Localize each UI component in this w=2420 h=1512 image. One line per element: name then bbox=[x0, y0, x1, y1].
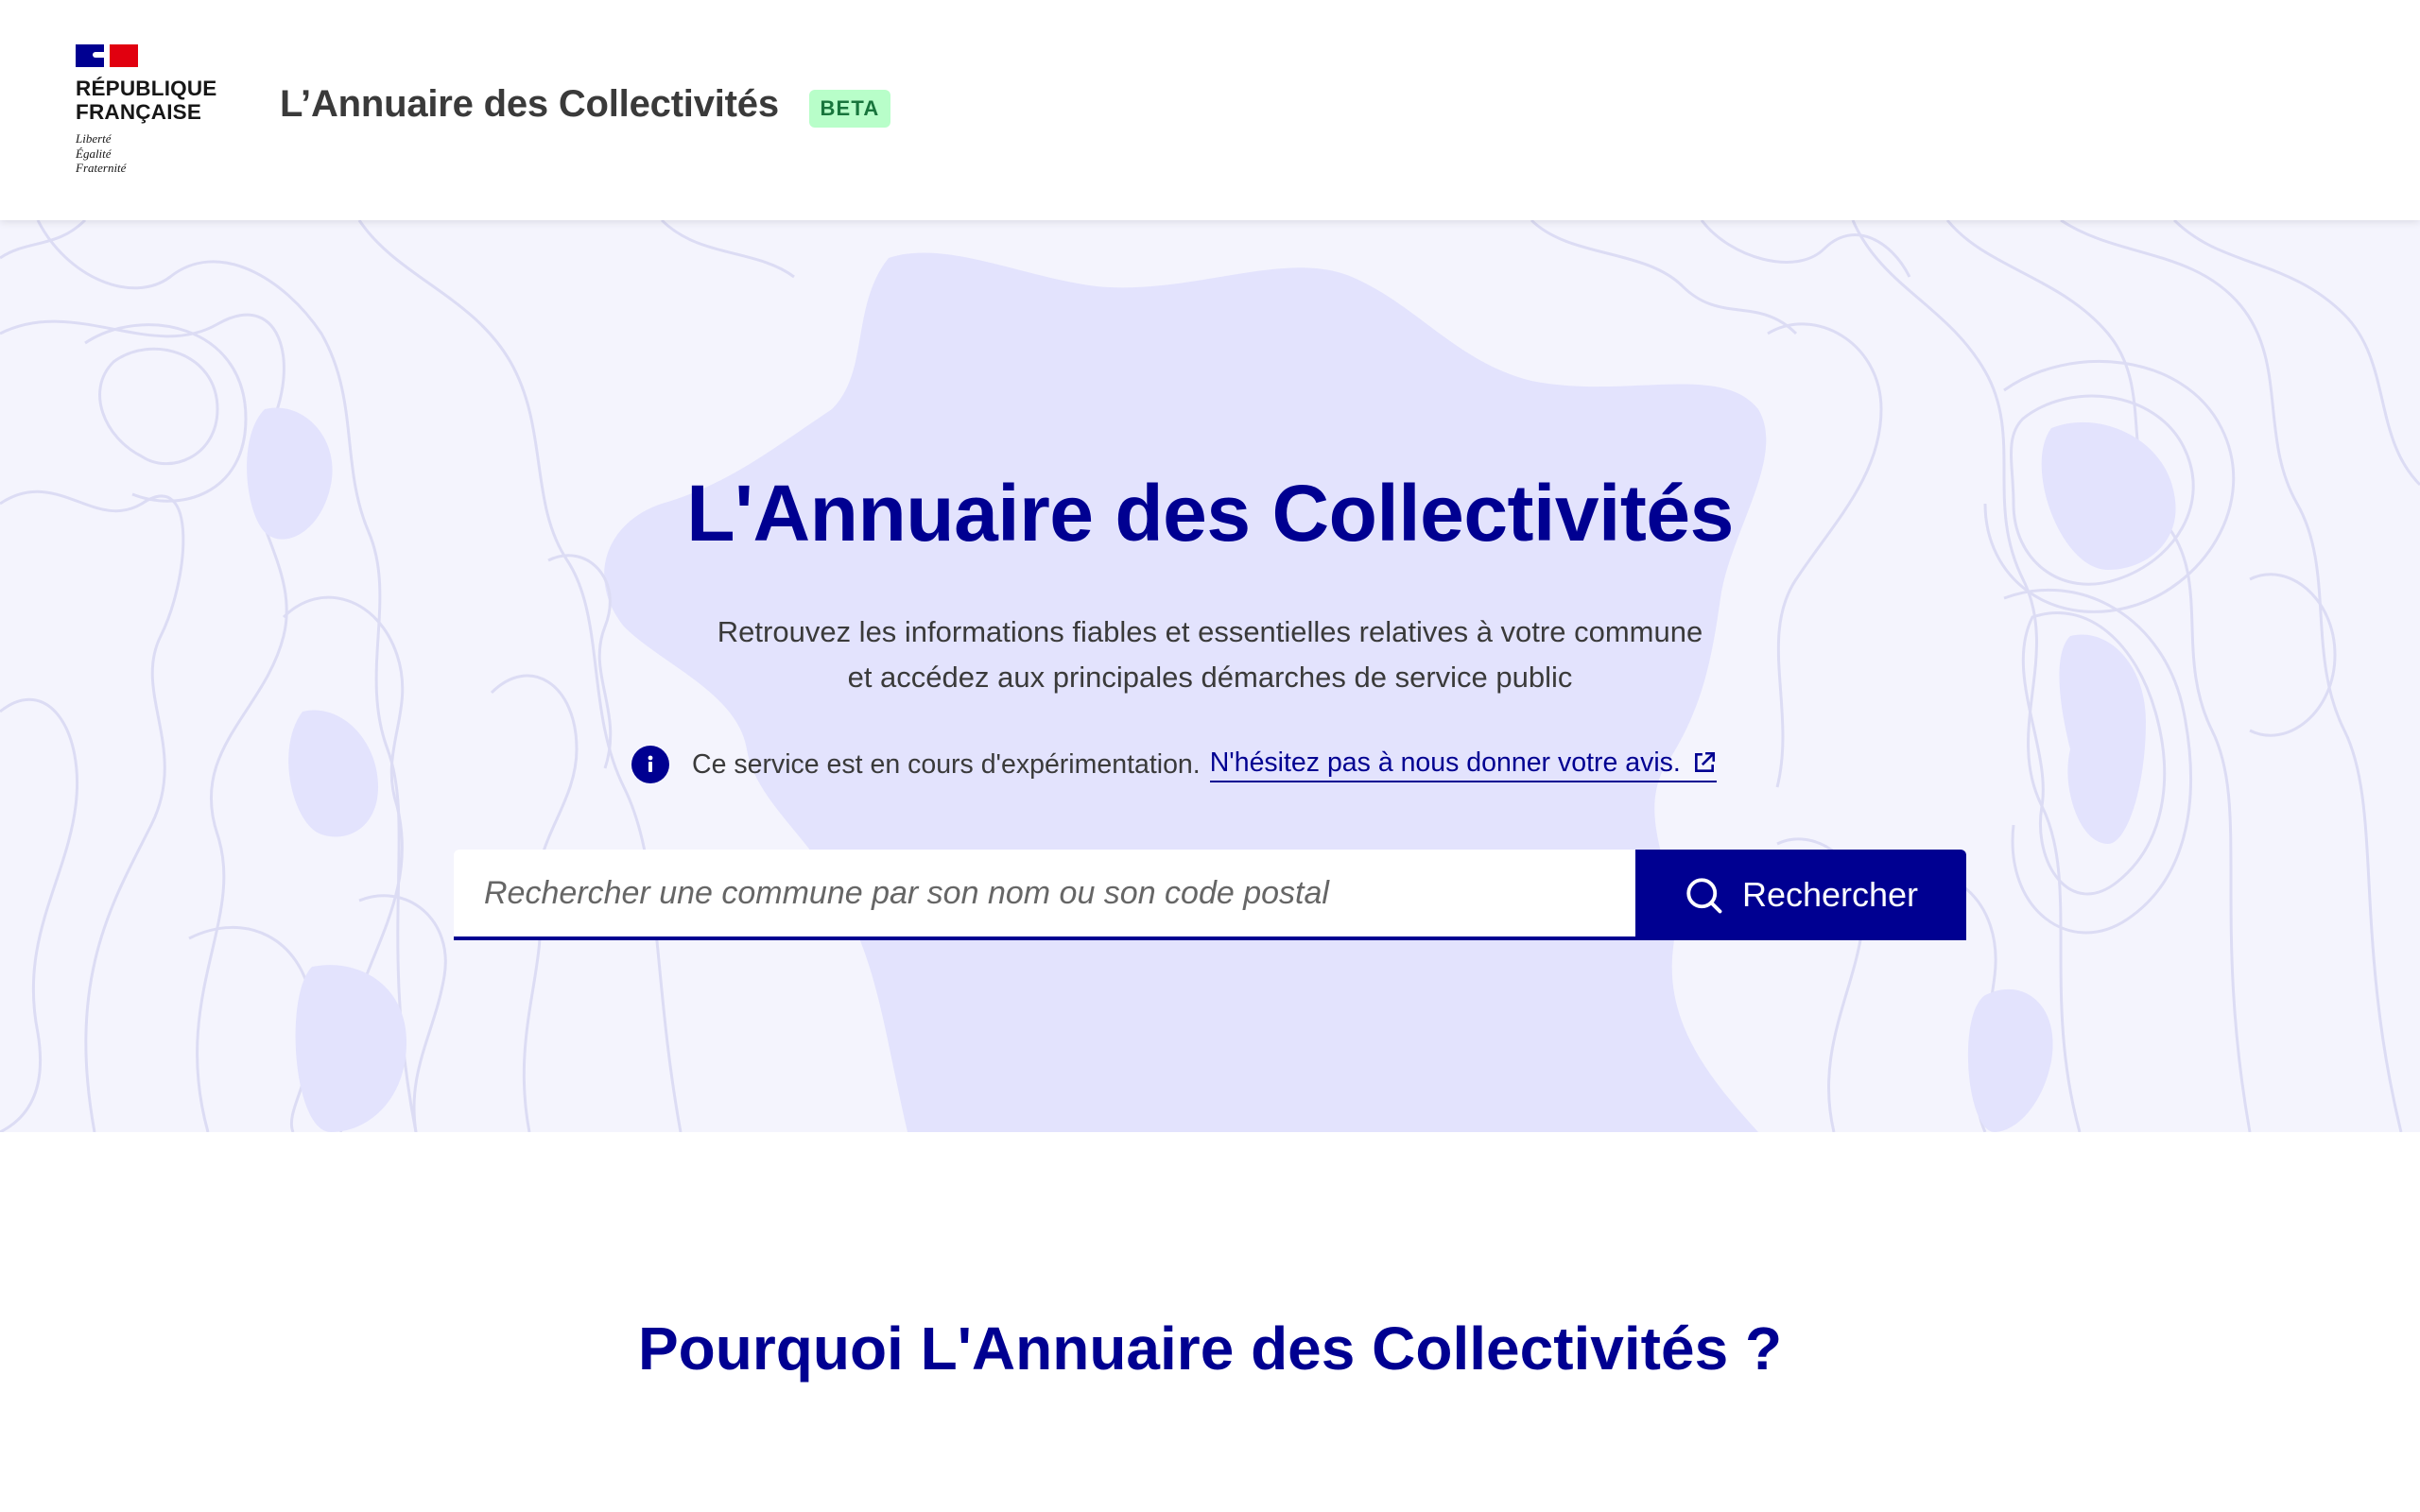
rf-motto-fraternite: Fraternité bbox=[76, 161, 127, 175]
feedback-link-label: N'hésitez pas à nous donner votre avis. bbox=[1209, 747, 1681, 778]
search-icon bbox=[1684, 875, 1723, 915]
hero-title: L'Annuaire des Collectivités bbox=[686, 469, 1734, 558]
info-icon bbox=[631, 746, 669, 783]
commune-search-input[interactable] bbox=[454, 850, 1635, 940]
notice-text: Ce service est en cours d'expérimentatio… bbox=[692, 748, 1201, 780]
experimentation-notice: Ce service est en cours d'expérimentatio… bbox=[631, 746, 1717, 783]
rf-motto-liberte: Liberté bbox=[76, 131, 112, 146]
rf-motto: Liberté Égalité Fraternité bbox=[76, 131, 227, 176]
feedback-link[interactable]: N'hésitez pas à nous donner votre avis. bbox=[1209, 747, 1717, 782]
hero-description: Retrouvez les informations fiables et es… bbox=[0, 610, 2420, 700]
search-button[interactable]: Rechercher bbox=[1635, 850, 1966, 940]
site-header: RÉPUBLIQUE FRANÇAISE Liberté Égalité Fra… bbox=[0, 0, 2420, 220]
hero-description-line2: et accédez aux principales démarches de … bbox=[847, 661, 1573, 694]
island-shape-right-bottom bbox=[1967, 988, 2053, 1132]
site-title-link[interactable]: L’Annuaire des Collectivités bbox=[280, 83, 779, 126]
hero-section: L'Annuaire des Collectivités Retrouvez l… bbox=[0, 220, 2420, 1132]
republique-francaise-logo[interactable]: RÉPUBLIQUE FRANÇAISE Liberté Égalité Fra… bbox=[76, 44, 227, 180]
rf-name-line2: FRANÇAISE bbox=[76, 100, 202, 124]
island-shape-left-bottom bbox=[295, 965, 406, 1132]
search-button-label: Rechercher bbox=[1741, 875, 1919, 914]
rf-motto-egalite: Égalité bbox=[76, 146, 112, 161]
commune-search-form: Rechercher bbox=[454, 850, 1966, 940]
hero-description-line1: Retrouvez les informations fiables et es… bbox=[717, 615, 1703, 648]
rf-name-line1: RÉPUBLIQUE bbox=[76, 77, 217, 100]
rf-name: RÉPUBLIQUE FRANÇAISE bbox=[76, 77, 227, 124]
external-link-icon bbox=[1692, 750, 1717, 775]
island-shape-left-mid bbox=[288, 710, 378, 837]
beta-badge: BETA bbox=[809, 90, 890, 128]
why-title: Pourquoi L'Annuaire des Collectivités ? bbox=[637, 1314, 1783, 1383]
marianne-flag-icon bbox=[76, 44, 138, 67]
